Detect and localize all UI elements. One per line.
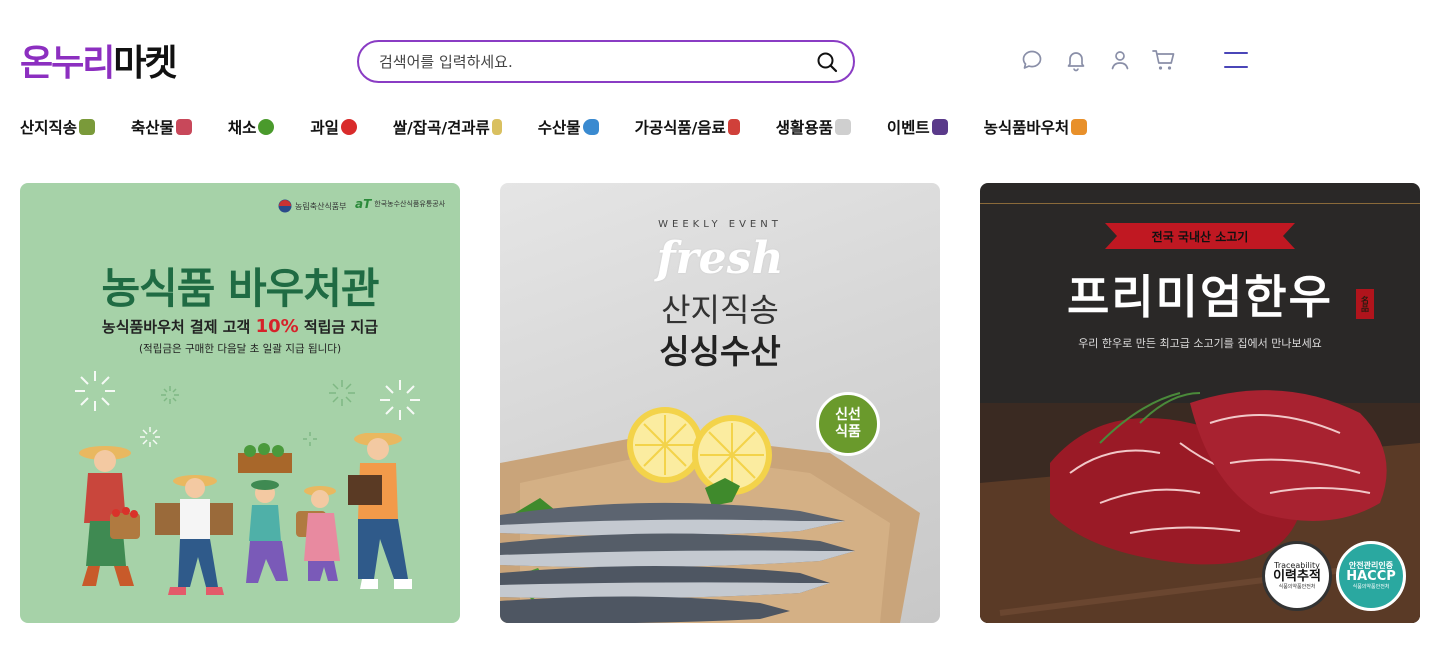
seafood-banner[interactable]: WEEKLY EVENT fresh 산지직송 싱싱수산 신선 식품 — [500, 183, 940, 623]
at-org-name: 한국농수산식품유통공사 — [374, 200, 446, 208]
premium-beef-banner[interactable]: 전국 국내산 소고기 프리미엄한우 名品 우리 한우로 만든 최고급 소고기를 … — [980, 183, 1420, 623]
at-logo: aT 한국농수산식품유통공사 — [355, 197, 445, 211]
traceability-badge: Traceability 이력추적 식품의약품안전처 — [1262, 541, 1332, 611]
ribbon-text: 전국 국내산 소고기 — [1151, 230, 1249, 244]
vegetable-emoji-icon — [258, 119, 275, 135]
farmer-figure — [155, 475, 233, 595]
rice-emoji-icon — [491, 119, 502, 135]
user-icon[interactable] — [1106, 46, 1134, 74]
farmer-figure — [79, 446, 140, 586]
category-item-event[interactable]: 이벤트 — [887, 116, 948, 138]
fish-emoji-icon — [582, 119, 599, 135]
beef-title: 프리미엄한우 — [1067, 270, 1333, 324]
category-item-direct[interactable]: 산지직송 — [20, 116, 96, 138]
category-label: 생활용품 — [775, 119, 833, 137]
voucher-subtitle: 농식품바우처 결제 고객 10% 적립금 지급 — [20, 316, 460, 337]
category-item-household[interactable]: 생활용품 — [776, 116, 851, 138]
category-item-grain[interactable]: 쌀/잡곡/견과류 — [393, 116, 502, 138]
category-label: 가공식품/음료 — [634, 119, 726, 137]
trace-ko: 이력추적 — [1273, 569, 1321, 585]
gold-border-top — [980, 203, 1420, 204]
seafood-eyebrow: WEEKLY EVENT — [658, 219, 782, 230]
category-item-voucher[interactable]: 농식품바우처 — [984, 116, 1088, 138]
category-item-seafood[interactable]: 수산물 — [538, 116, 599, 138]
category-label: 이벤트 — [886, 119, 930, 137]
category-item-fruit[interactable]: 과일 — [310, 116, 357, 138]
category-label: 수산물 — [537, 119, 581, 137]
farmer-emoji-icon — [79, 119, 96, 135]
lemon-slice — [627, 407, 703, 483]
voucher-banner[interactable]: 농림축산식품부 aT 한국농수산식품유통공사 농식품 바우처관 농식품바우처 결… — [20, 183, 460, 623]
beef-subtitle: 우리 한우로 만든 최고급 소고기를 집에서 만나보세요 — [1078, 337, 1322, 350]
voucher-subtitle-post: 적립금 지급 — [298, 318, 379, 336]
category-label: 과일 — [310, 119, 339, 137]
site-logo[interactable]: 온누리 마켓 — [20, 38, 178, 84]
menu-icon[interactable] — [1224, 50, 1250, 70]
seafood-line2: 싱싱수산 — [659, 332, 781, 371]
category-item-processed[interactable]: 가공식품/음료 — [635, 116, 740, 138]
search-box — [357, 40, 855, 83]
category-label: 쌀/잡곡/견과류 — [392, 119, 490, 137]
bell-icon[interactable] — [1062, 46, 1090, 74]
seafood-script: fresh — [656, 233, 784, 284]
at-mark-icon: aT — [355, 197, 372, 211]
meat-emoji-icon — [175, 119, 192, 135]
voucher-percent: 10% — [255, 316, 299, 337]
can-emoji-icon — [727, 119, 740, 135]
header-icons — [1018, 46, 1194, 74]
farmer-figure — [238, 443, 292, 583]
category-item-livestock[interactable]: 축산물 — [131, 116, 192, 138]
voucher-title: 농식품 바우처관 — [101, 264, 379, 313]
farmers-illustration — [79, 433, 412, 595]
category-label: 산지직송 — [20, 119, 78, 137]
trace-small: 식품의약품안전처 — [1278, 584, 1316, 591]
apple-emoji-icon — [340, 119, 357, 135]
category-label: 농식품바우처 — [983, 119, 1070, 137]
voucher-note: (적립금은 구매한 다음달 초 일괄 지급 됩니다) — [138, 343, 342, 355]
search-input[interactable] — [379, 52, 815, 71]
fish-illustration — [500, 407, 920, 623]
logo-part1: 온누리 — [20, 43, 115, 84]
ministry-emblem-icon — [278, 199, 292, 213]
people-emoji-icon — [1071, 119, 1088, 135]
category-label: 채소 — [227, 119, 257, 137]
category-item-vegetable[interactable]: 채소 — [228, 116, 275, 138]
tissue-emoji-icon — [834, 119, 851, 135]
logo-part2: 마켓 — [113, 43, 177, 84]
category-label: 축산물 — [131, 119, 174, 137]
haccp-badge: 안전관리인증 HACCP 식품의약품안전처 — [1336, 541, 1406, 611]
chat-icon[interactable] — [1018, 46, 1046, 74]
haccp-small: 식품의약품안전처 — [1352, 584, 1390, 591]
voucher-subtitle-pre: 농식품바우처 결제 고객 — [101, 318, 256, 336]
ministry-logo: 농림축산식품부 — [278, 199, 347, 213]
firework-emoji-icon — [931, 119, 948, 135]
farmer-figure — [348, 433, 412, 589]
ministry-name: 농림축산식품부 — [295, 201, 347, 211]
haccp-label: HACCP — [1346, 569, 1396, 585]
category-nav: 산지직송 축산물 채소 과일 쌀/잡곡/견과류 수산물 가공식품/음료 생활용품… — [20, 114, 1088, 140]
search-icon[interactable] — [815, 50, 839, 74]
cart-icon[interactable] — [1150, 46, 1178, 74]
premium-seal: 名品 — [1356, 289, 1374, 319]
farmer-figure — [296, 486, 340, 581]
